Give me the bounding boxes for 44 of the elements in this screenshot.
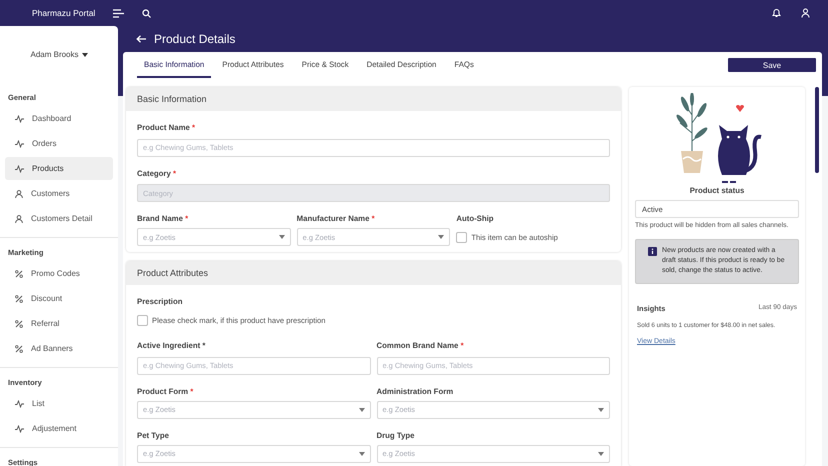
info-icon bbox=[648, 246, 657, 256]
card-title: Product Attributes bbox=[137, 268, 208, 278]
sidebar-item[interactable]: Promo Codes bbox=[5, 262, 113, 285]
caret-icon bbox=[438, 235, 444, 239]
caret-icon bbox=[598, 408, 604, 412]
activity-icon bbox=[15, 164, 24, 172]
sidebar-item[interactable]: Dashboard bbox=[5, 107, 113, 130]
sidebar-item[interactable]: Discount bbox=[5, 287, 113, 310]
caret-icon bbox=[358, 452, 364, 456]
search-icon[interactable] bbox=[142, 8, 152, 18]
app-title: Pharmazu Portal bbox=[32, 8, 96, 18]
sidebar-item[interactable]: Customers bbox=[5, 182, 113, 205]
checkbox[interactable] bbox=[456, 232, 468, 242]
notification-icon[interactable] bbox=[772, 8, 781, 18]
caret-icon bbox=[82, 52, 88, 56]
percent-icon bbox=[15, 320, 23, 328]
activity-icon bbox=[15, 140, 24, 148]
percent-icon bbox=[15, 270, 23, 278]
caret-icon bbox=[278, 235, 285, 239]
user-icon[interactable] bbox=[801, 8, 810, 18]
caret-icon bbox=[598, 452, 604, 456]
sidebar-item[interactable]: Customers Detail bbox=[5, 207, 113, 230]
sidebar-item[interactable]: Adjustement bbox=[5, 417, 113, 440]
caret-icon bbox=[358, 408, 364, 412]
save-button[interactable]: Save bbox=[728, 58, 816, 72]
user-menu-button[interactable]: Adam Brooks bbox=[30, 50, 88, 59]
sidebar-item[interactable]: Ad Banners bbox=[5, 337, 113, 360]
sidebar-item[interactable]: List bbox=[5, 392, 113, 415]
user-icon bbox=[15, 214, 23, 222]
activity-icon bbox=[15, 400, 24, 408]
page-title: Product Details bbox=[154, 32, 236, 46]
sidebar-item[interactable]: Orders bbox=[5, 132, 113, 155]
activity-icon bbox=[15, 424, 24, 432]
sidebar-item[interactable]: Products bbox=[5, 157, 113, 180]
menu-icon[interactable] bbox=[113, 8, 124, 18]
activity-icon bbox=[15, 114, 24, 122]
scrollbar-thumb[interactable] bbox=[815, 87, 819, 173]
back-arrow-icon[interactable] bbox=[136, 35, 146, 43]
card-title: Basic Information bbox=[137, 94, 207, 104]
sidebar-item[interactable]: Referral bbox=[5, 312, 113, 335]
percent-icon bbox=[15, 294, 23, 302]
checkbox[interactable] bbox=[137, 314, 148, 326]
percent-icon bbox=[15, 344, 23, 352]
user-icon bbox=[15, 190, 23, 198]
